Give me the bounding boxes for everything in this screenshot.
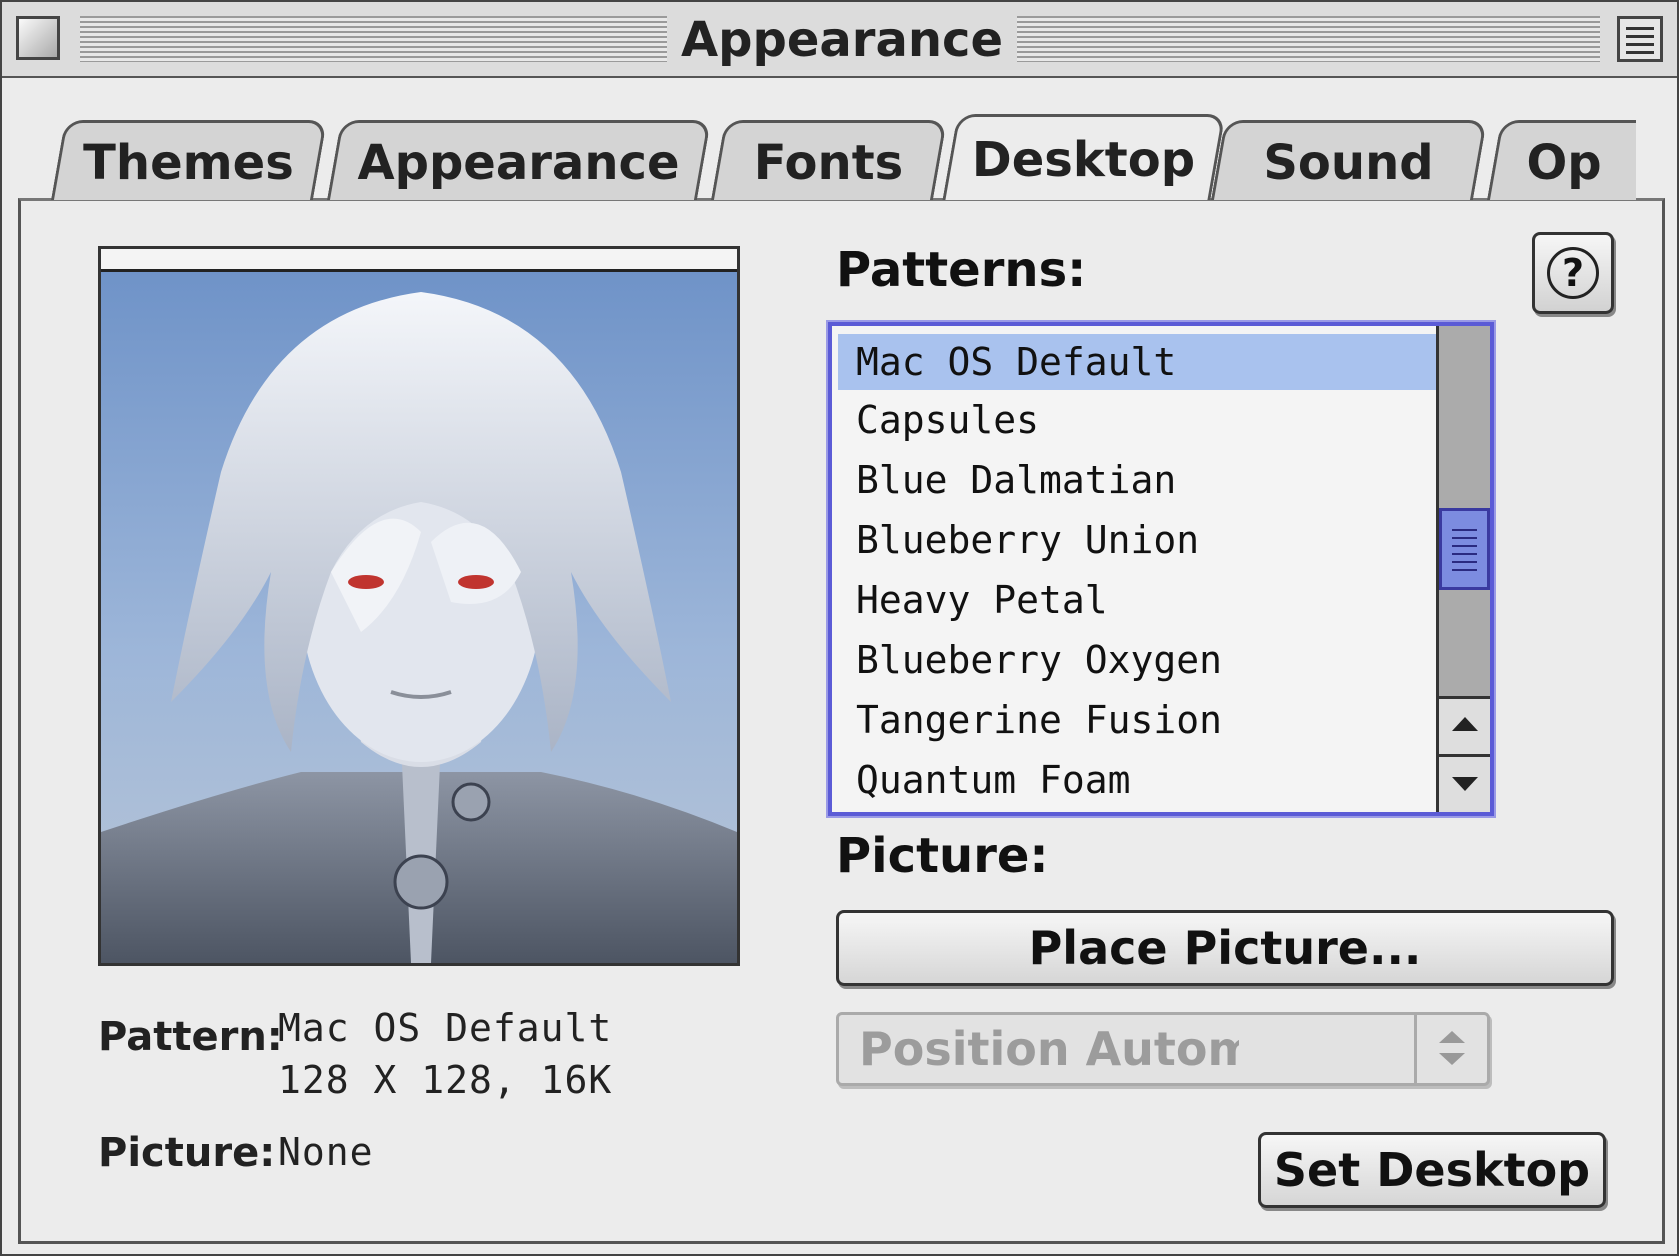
tab-sound[interactable]: Sound [1210, 120, 1488, 200]
patterns-heading: Patterns: [836, 242, 1087, 298]
pattern-item[interactable]: Quantum Foam [832, 750, 1436, 810]
collapse-box[interactable] [1617, 16, 1663, 62]
pattern-item[interactable]: Tangerine Fusion [832, 690, 1436, 750]
scroll-thumb[interactable] [1439, 508, 1490, 590]
patterns-scrollbar[interactable] [1436, 326, 1490, 812]
tab-options[interactable]: Op [1486, 120, 1636, 200]
popup-arrows-icon [1414, 1015, 1487, 1083]
tab-desktop-label: Desktop [971, 132, 1196, 188]
tab-sound-label: Sound [1263, 135, 1434, 191]
close-box[interactable] [16, 16, 60, 60]
pattern-item[interactable]: Mac OS Default [838, 334, 1436, 390]
place-picture-button[interactable]: Place Picture... [836, 910, 1614, 986]
title-stripes-left [80, 16, 670, 62]
pattern-item[interactable]: Blueberry Union [832, 510, 1436, 570]
desktop-preview [98, 246, 740, 966]
tab-desktop[interactable]: Desktop [942, 114, 1226, 200]
pattern-item[interactable]: Heavy Petal [832, 570, 1436, 630]
scroll-down-arrow-icon[interactable] [1439, 754, 1490, 812]
tab-themes-label: Themes [83, 135, 294, 191]
scroll-up-arrow-icon[interactable] [1439, 696, 1490, 754]
pattern-info-name: Mac OS Default [278, 1006, 613, 1050]
position-popup-value: Position Automatically [859, 1022, 1239, 1076]
tab-fonts[interactable]: Fonts [710, 120, 948, 200]
picture-info-label: Picture: [98, 1130, 276, 1176]
appearance-window: Appearance Themes Appearance Fonts Sound… [0, 0, 1679, 1256]
desktop-picture-preview [101, 292, 737, 963]
pattern-info-size: 128 X 128, 16K [278, 1058, 613, 1102]
pattern-info-label: Pattern: [98, 1014, 283, 1060]
tab-fonts-label: Fonts [753, 135, 904, 191]
pattern-item[interactable]: Blueberry Oxygen [832, 630, 1436, 690]
picture-info-value: None [278, 1130, 374, 1174]
patterns-list[interactable]: Mac OS Default Capsules Blue Dalmatian B… [828, 322, 1494, 816]
picture-heading: Picture: [836, 828, 1049, 884]
pattern-item[interactable]: Capsules [832, 390, 1436, 450]
help-icon: ? [1547, 247, 1599, 299]
tab-themes[interactable]: Themes [50, 120, 328, 200]
title-bar[interactable]: Appearance [2, 2, 1677, 78]
position-popup[interactable]: Position Automatically [836, 1012, 1490, 1086]
tab-appearance[interactable]: Appearance [326, 120, 712, 200]
tab-bar: Themes Appearance Fonts Sound Op Desktop [46, 114, 1636, 200]
help-button[interactable]: ? [1532, 232, 1614, 314]
tab-appearance-label: Appearance [357, 135, 680, 191]
title-stripes-right [1010, 16, 1600, 62]
set-desktop-button[interactable]: Set Desktop [1258, 1132, 1606, 1208]
preview-menubar [101, 249, 737, 272]
tab-options-label: Op [1526, 135, 1602, 191]
pattern-item[interactable]: Blue Dalmatian [832, 450, 1436, 510]
window-title: Appearance [667, 10, 1017, 70]
